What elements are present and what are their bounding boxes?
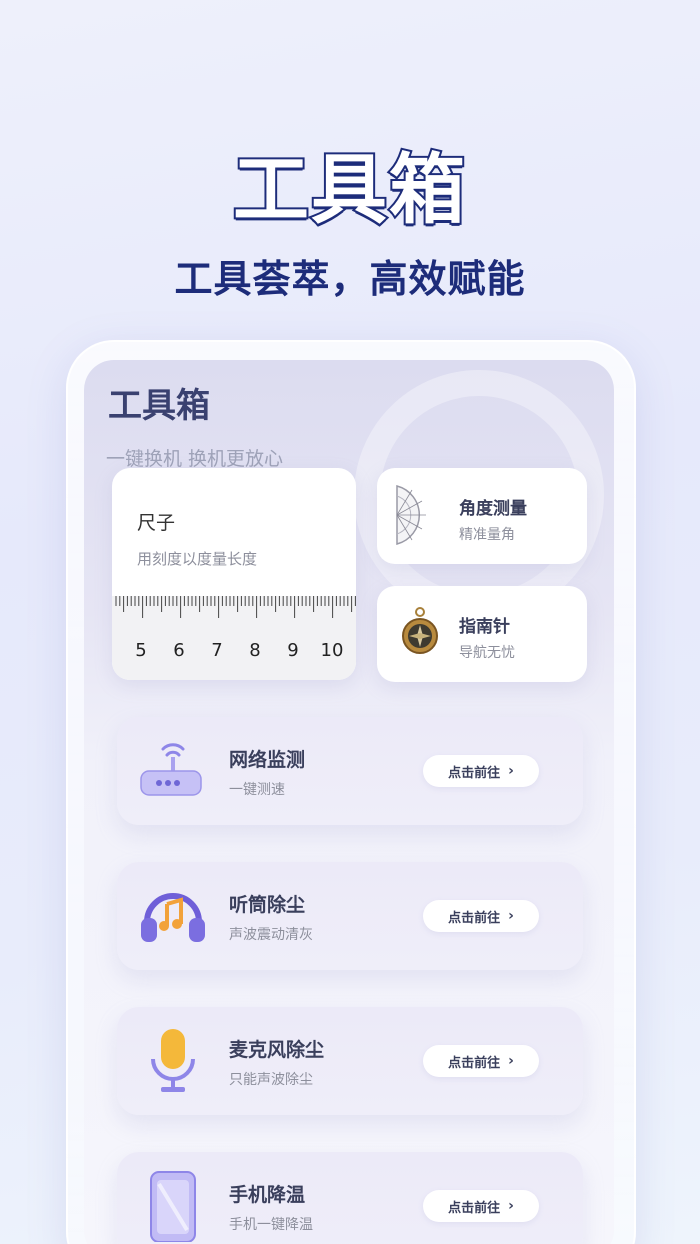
chevron-right-icon: ›	[508, 908, 514, 924]
tool-title: 手机降温	[229, 1184, 306, 1206]
tool-desc: 手机一键降温	[229, 1217, 313, 1233]
angle-measure-card[interactable]: 角度测量 精准量角	[377, 468, 587, 564]
page-subtitle: 一键换机 换机更放心	[106, 448, 284, 470]
chevron-right-icon: ›	[508, 1198, 514, 1214]
tool-desc: 只能声波除尘	[229, 1072, 313, 1088]
chevron-right-icon: ›	[508, 1053, 514, 1069]
compass-desc: 导航无忧	[459, 645, 515, 661]
router-icon	[137, 735, 209, 807]
go-button[interactable]: 点击前往 ›	[423, 900, 539, 932]
angle-desc: 精准量角	[459, 527, 515, 543]
headphones-icon	[137, 880, 209, 952]
ruler-tick-label: 8	[249, 640, 260, 661]
ruler-card[interactable]: 尺子 用刻度以度量长度 5 6 7 8 9 10	[112, 468, 356, 680]
tool-title: 网络监测	[229, 749, 306, 771]
hero-title: 工具箱	[231, 143, 467, 236]
microphone-icon	[137, 1025, 209, 1097]
chevron-right-icon: ›	[508, 763, 514, 779]
compass-title: 指南针	[459, 617, 510, 637]
go-button[interactable]: 点击前往 ›	[423, 755, 539, 787]
angle-title: 角度测量	[459, 499, 527, 519]
compass-card[interactable]: 指南针 导航无忧	[377, 586, 587, 682]
ruler-tick-label: 10	[321, 640, 344, 661]
tool-card-earpiece[interactable]: 听筒除尘 声波震动清灰 点击前往 ›	[117, 862, 583, 970]
tool-desc: 声波震动清灰	[229, 927, 313, 943]
tool-title: 麦克风除尘	[229, 1039, 325, 1061]
phone-icon	[137, 1170, 209, 1243]
ruler-tick-label: 9	[287, 640, 298, 661]
tool-card-cooling[interactable]: 手机降温 手机一键降温 点击前往 ›	[117, 1152, 583, 1244]
tool-title: 听筒除尘	[229, 894, 306, 916]
go-button-label: 点击前往	[448, 1200, 501, 1216]
ruler-tick-label: 6	[173, 640, 184, 661]
tool-card-microphone[interactable]: 麦克风除尘 只能声波除尘 点击前往 ›	[117, 1007, 583, 1115]
compass-icon	[395, 600, 445, 666]
page-title: 工具箱	[108, 386, 210, 426]
ruler-tick-label: 5	[135, 640, 146, 661]
ruler-desc: 用刻度以度量长度	[137, 550, 258, 568]
go-button-label: 点击前往	[448, 1055, 501, 1071]
ruler-tick-label: 7	[211, 640, 222, 661]
go-button[interactable]: 点击前往 ›	[423, 1190, 539, 1222]
ruler-scale: 5 6 7 8 9 10	[112, 596, 356, 680]
go-button-label: 点击前往	[448, 910, 501, 926]
ruler-ticks-graphic: 5 6 7 8 9 10	[115, 596, 356, 661]
hero-subtitle: 工具荟萃，高效赋能	[174, 257, 526, 301]
tool-card-network[interactable]: 网络监测 一键测速 点击前往 ›	[117, 717, 583, 825]
app-screen: 工具箱 一键换机 换机更放心 尺子 用刻度以度量长度 5 6 7 8 9 10	[84, 360, 614, 1244]
go-button[interactable]: 点击前往 ›	[423, 1045, 539, 1077]
go-button-label: 点击前往	[448, 765, 501, 781]
ruler-title: 尺子	[137, 512, 176, 534]
tool-desc: 一键测速	[229, 782, 285, 798]
protractor-icon	[395, 482, 445, 548]
